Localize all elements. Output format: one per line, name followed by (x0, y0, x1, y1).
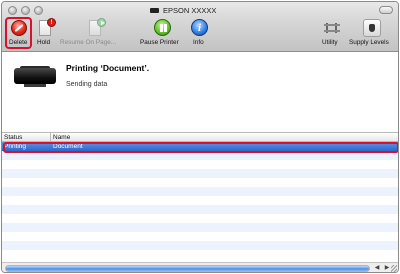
scroll-thumb[interactable] (6, 266, 369, 271)
pause-printer-button[interactable]: Pause Printer (138, 18, 186, 50)
empty-table-row (2, 241, 398, 250)
selected-row-highlight-outline (3, 142, 398, 153)
play-icon (97, 18, 106, 27)
empty-table-row (2, 187, 398, 196)
hold-button[interactable]: ! Hold (34, 18, 56, 50)
job-title: Printing ‘Document’. (66, 63, 150, 73)
empty-table-row (2, 178, 398, 187)
toolbar-toggle-button[interactable] (379, 6, 393, 14)
utility-button[interactable]: Utility (319, 18, 345, 50)
utility-label: Utility (322, 39, 338, 46)
column-header-name[interactable]: Name (51, 133, 351, 142)
empty-table-row (2, 169, 398, 178)
horizontal-scrollbar[interactable]: ◀ ▶ (2, 262, 398, 272)
pause-printer-label: Pause Printer (140, 39, 179, 46)
empty-table-row (2, 196, 398, 205)
toolbar: EPSON XXXXX Delete ! Hold Resume On Page… (2, 2, 398, 52)
job-table: Status Name Printing Document (2, 132, 398, 260)
resize-grip-icon[interactable] (391, 265, 397, 272)
info-button[interactable]: i Info (189, 18, 211, 50)
supply-levels-label: Supply Levels (349, 39, 389, 46)
table-header: Status Name (2, 132, 398, 142)
info-label: Info (193, 39, 204, 46)
scroll-track[interactable] (5, 265, 370, 272)
table-body: Printing Document (2, 142, 398, 259)
printer-icon (14, 66, 56, 88)
empty-table-row (2, 223, 398, 232)
ink-drop-icon (363, 19, 381, 37)
zoom-window-button[interactable] (34, 6, 43, 15)
scroll-left-arrow-icon[interactable]: ◀ (372, 264, 382, 272)
minimize-window-button[interactable] (21, 6, 30, 15)
empty-table-row (2, 160, 398, 169)
supply-levels-button[interactable]: Supply Levels (347, 18, 397, 50)
empty-table-row (2, 232, 398, 241)
job-info-panel: Printing ‘Document’. Sending data (2, 53, 398, 131)
pause-icon (154, 19, 171, 36)
print-queue-window: EPSON XXXXX Delete ! Hold Resume On Page… (1, 1, 399, 273)
alert-badge-icon: ! (47, 18, 56, 27)
window-title-text: EPSON XXXXX (163, 6, 217, 15)
empty-table-row (2, 250, 398, 259)
close-window-button[interactable] (8, 6, 17, 15)
column-header-status[interactable]: Status (2, 133, 51, 142)
info-icon: i (191, 19, 208, 36)
empty-table-row (2, 205, 398, 214)
window-title: EPSON XXXXX (150, 5, 260, 16)
printer-icon (150, 8, 159, 13)
resume-on-page-button[interactable]: Resume On Page... (60, 18, 130, 50)
job-status: Sending data (66, 81, 108, 88)
hold-label: Hold (37, 39, 51, 46)
delete-highlight-outline (5, 17, 32, 49)
utility-icon (324, 20, 340, 36)
empty-table-row (2, 214, 398, 223)
resume-on-page-label: Resume On Page... (60, 39, 117, 46)
